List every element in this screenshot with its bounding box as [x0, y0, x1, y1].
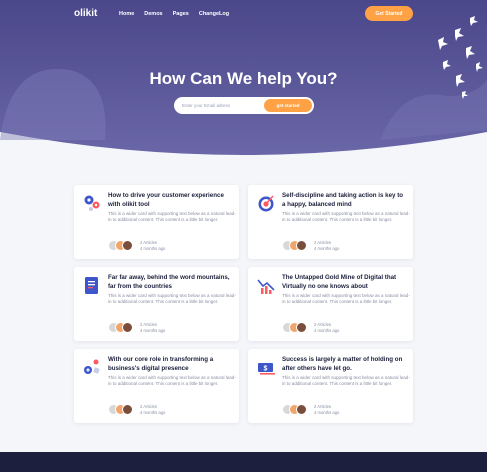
- card-title[interactable]: Self-discipline and taking action is key…: [282, 192, 408, 209]
- card-title[interactable]: The Untapped Gold Mine of Digital that V…: [282, 274, 408, 291]
- money-icon: $: [258, 363, 275, 375]
- shapes-icon: [84, 359, 100, 374]
- target-icon: [258, 195, 274, 212]
- main-menu: Home Demos Pages ChangeLog: [119, 11, 229, 17]
- post-time: 4 months ago: [140, 410, 166, 415]
- card-meta: 2 Articles 4 months ago: [314, 240, 339, 252]
- subscribe-button[interactable]: get started: [264, 99, 312, 112]
- card-description: This is a wider card with supporting tex…: [282, 211, 410, 223]
- brand-logo[interactable]: olikit: [74, 8, 97, 19]
- article-card[interactable]: $ Success is largely a matter of holding…: [248, 349, 413, 423]
- top-navbar: olikit Home Demos Pages ChangeLog Get St…: [0, 0, 487, 30]
- card-title[interactable]: Far far away, behind the word mountains,…: [108, 274, 234, 291]
- article-card[interactable]: Far far away, behind the word mountains,…: [74, 267, 239, 341]
- post-time: 4 months ago: [140, 328, 166, 333]
- card-description: This is a wider card with supporting tex…: [108, 375, 236, 387]
- card-title[interactable]: Success is largely a matter of holding o…: [282, 356, 408, 373]
- gear-icon: [84, 195, 100, 211]
- article-card[interactable]: With our core role in transforming a bus…: [74, 349, 239, 423]
- document-icon: [85, 277, 98, 294]
- post-time: 4 months ago: [314, 328, 340, 333]
- svg-text:$: $: [264, 365, 268, 372]
- nav-pages[interactable]: Pages: [173, 11, 189, 17]
- nav-changelog[interactable]: ChangeLog: [199, 11, 229, 17]
- page-footer: [0, 452, 487, 472]
- card-description: This is a wider card with supporting tex…: [282, 293, 410, 305]
- avatar: [122, 404, 133, 415]
- avatar: [122, 240, 133, 251]
- author-avatars: [282, 404, 310, 415]
- page-title: How Can We help You?: [149, 69, 338, 88]
- hero-section: olikit Home Demos Pages ChangeLog Get St…: [0, 0, 487, 160]
- card-title[interactable]: With our core role in transforming a bus…: [108, 356, 234, 373]
- article-card[interactable]: How to drive your customer experience wi…: [74, 185, 239, 259]
- author-avatars: [108, 240, 136, 251]
- email-signup-form: get started: [174, 97, 314, 114]
- author-avatars: [108, 322, 136, 333]
- card-meta: 2 Articles 4 months ago: [140, 404, 165, 416]
- card-meta: 2 Articles 4 months ago: [314, 322, 339, 334]
- article-card[interactable]: The Untapped Gold Mine of Digital that V…: [248, 267, 413, 341]
- article-card[interactable]: Self-discipline and taking action is key…: [248, 185, 413, 259]
- avatar: [296, 240, 307, 251]
- post-time: 4 months ago: [314, 246, 340, 251]
- author-avatars: [282, 240, 310, 251]
- author-avatars: [108, 404, 136, 415]
- card-meta: 2 Articles 4 months ago: [314, 404, 339, 416]
- card-description: This is a wider card with supporting tex…: [282, 375, 410, 387]
- author-avatars: [282, 322, 310, 333]
- get-started-button[interactable]: Get Started: [365, 6, 413, 21]
- avatar: [296, 322, 307, 333]
- card-title[interactable]: How to drive your customer experience wi…: [108, 192, 234, 209]
- email-input[interactable]: [182, 100, 262, 111]
- card-description: This is a wider card with supporting tex…: [108, 293, 236, 305]
- avatar: [122, 322, 133, 333]
- card-description: This is a wider card with supporting tex…: [108, 211, 236, 223]
- card-meta: 2 Articles 4 months ago: [140, 240, 165, 252]
- chart-icon: [257, 279, 275, 294]
- nav-demos[interactable]: Demos: [144, 11, 162, 17]
- post-time: 4 months ago: [140, 246, 166, 251]
- nav-home[interactable]: Home: [119, 11, 134, 17]
- avatar: [296, 404, 307, 415]
- card-meta: 2 Articles 4 months ago: [140, 322, 165, 334]
- post-time: 4 months ago: [314, 410, 340, 415]
